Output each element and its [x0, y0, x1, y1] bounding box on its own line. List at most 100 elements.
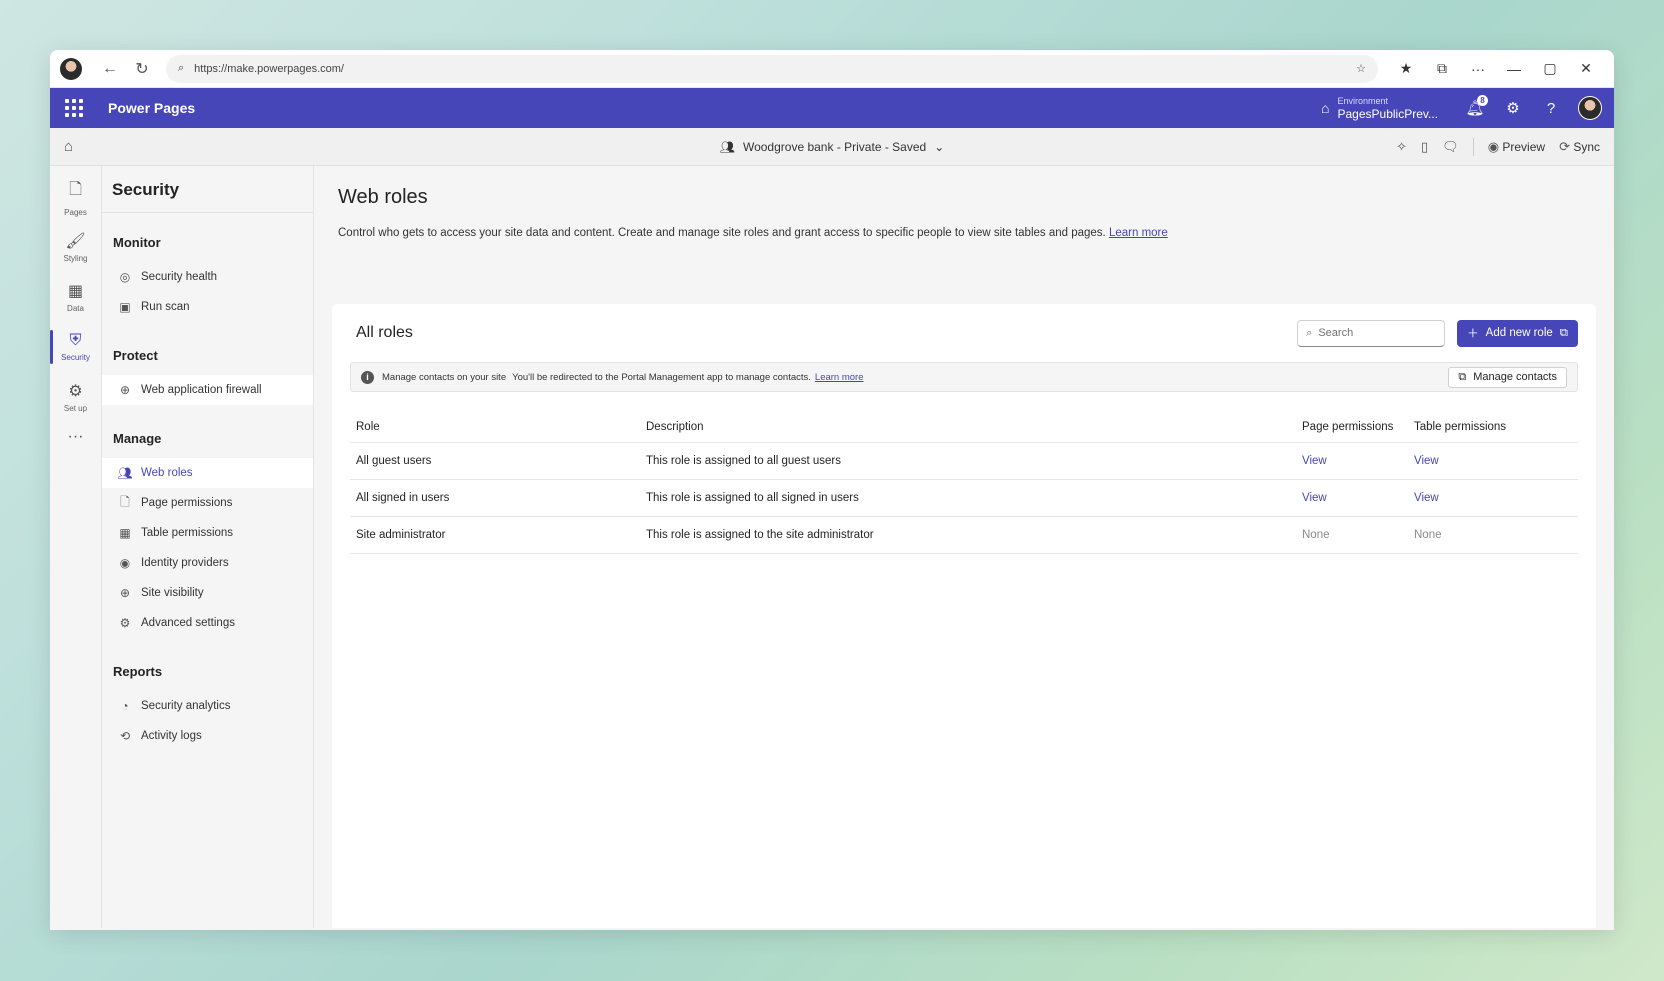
nav-item-table-permissions[interactable]: ▦ Table permissions [102, 518, 313, 548]
more-ellipsis-icon[interactable]: ··· [50, 428, 101, 446]
rail-item-pages[interactable]: 🗋 Pages [50, 172, 101, 222]
nav-item-security-analytics[interactable]: ◔ Security analytics [102, 691, 313, 721]
page-description: Control who gets to access your site dat… [332, 209, 1596, 239]
info-text: You'll be redirected to the Portal Manag… [512, 371, 811, 383]
description-text: Control who gets to access your site dat… [338, 227, 1106, 239]
table-permissions-value: None [1408, 516, 1578, 554]
eye-icon: ◉ [1487, 138, 1500, 154]
nav-item-label: Site visibility [141, 587, 204, 599]
nav-item-label: Security analytics [141, 700, 231, 712]
nav-item-web-roles[interactable]: 👥︎ Web roles [102, 458, 313, 488]
nav-group-reports: Reports ◔ Security analytics ⟲ Activity lo… [102, 642, 313, 755]
nav-item-identity-providers[interactable]: ◉ Identity providers [102, 548, 313, 578]
roles-table: Role Description Page permissions Table … [350, 412, 1578, 554]
rail-label-security: Security [61, 353, 90, 362]
nav-item-label: Activity logs [141, 730, 202, 742]
app-name[interactable]: Power Pages [108, 100, 1321, 116]
nav-item-page-permissions[interactable]: 🗋 Page permissions [102, 488, 313, 518]
close-icon[interactable]: ✕ [1568, 60, 1604, 77]
nav-item-site-visibility[interactable]: ⊕ Site visibility [102, 578, 313, 608]
security-sidenav: Security Monitor ◎ Security health ▣ Run s… [102, 166, 314, 928]
back-arrow-icon[interactable]: ← [96, 55, 124, 83]
site-selector[interactable]: 👥︎ Woodgrove bank - Private - Saved ⌄ [720, 140, 945, 154]
refresh-icon[interactable]: ↻ [128, 55, 156, 83]
column-header-description[interactable]: Description [640, 412, 1296, 443]
sync-button[interactable]: ⟳ Sync [1559, 139, 1600, 155]
setup-icon: ⚙ [68, 383, 83, 400]
learn-more-link[interactable]: Learn more [1109, 227, 1168, 239]
shield-icon: ⛨ [69, 332, 82, 349]
table-row[interactable]: All signed in users This role is assigne… [350, 479, 1578, 517]
preview-button[interactable]: ◉ Preview [1488, 139, 1545, 155]
rail-item-styling[interactable]: 🖌 Styling [50, 222, 101, 272]
nav-group-manage: Manage 👥︎ Web roles 🗋 Page permissions ▦ Ta… [102, 409, 313, 642]
plus-icon: ＋ [1467, 328, 1479, 340]
analytics-icon: ◔ [121, 699, 129, 713]
more-options-icon[interactable]: ··· [1460, 61, 1496, 77]
nav-item-security-health[interactable]: ◎ Security health [102, 262, 313, 292]
app-launcher-icon[interactable] [62, 96, 86, 120]
column-header-page-permissions[interactable]: Page permissions [1296, 412, 1408, 443]
table-row[interactable]: All guest users This role is assigned to… [350, 442, 1578, 480]
nav-item-web-application-firewall[interactable]: ⊕ Web application firewall [102, 375, 313, 405]
site-name: Woodgrove bank - Private - Saved [742, 139, 927, 154]
sync-icon: ⟳ [1559, 138, 1570, 154]
role-name[interactable]: All signed in users [350, 479, 640, 517]
comments-icon[interactable]: 🗨︎ [1442, 139, 1459, 155]
page-permissions-view-link[interactable]: View [1296, 442, 1408, 480]
nav-item-activity-logs[interactable]: ⟲ Activity logs [102, 721, 313, 751]
device-preview-icon[interactable]: ▯ [1421, 139, 1428, 155]
manage-contacts-button[interactable]: ⧉ Manage contacts [1448, 366, 1567, 388]
card-title: All roles [356, 324, 413, 341]
rail-item-data[interactable]: ▦ Data [50, 272, 101, 322]
table-row[interactable]: Site administrator This role is assigned… [350, 516, 1578, 554]
nav-item-label: Security health [141, 271, 218, 283]
help-question-icon[interactable]: ? [1532, 100, 1570, 117]
card-header: All roles ⌕ Search ＋ Add new role ⧉ [350, 304, 1578, 362]
environment-picker[interactable]: ⌂ Environment PagesPublicPrev... [1321, 96, 1438, 121]
rail-label-pages: Pages [64, 207, 87, 217]
role-name[interactable]: All guest users [350, 442, 640, 480]
browser-profile-avatar[interactable] [60, 57, 82, 80]
role-name[interactable]: Site administrator [350, 516, 640, 554]
history-icon: ⟲ [119, 729, 131, 743]
maximize-icon[interactable]: ▢ [1532, 60, 1568, 77]
rail-item-security[interactable]: ⛨ Security [50, 322, 101, 372]
nav-item-run-scan[interactable]: ▣ Run scan [102, 292, 313, 322]
add-new-role-button[interactable]: ＋ Add new role ⧉ [1457, 319, 1578, 347]
nav-item-advanced-settings[interactable]: ⚙ Advanced settings [102, 608, 313, 638]
copilot-icon[interactable]: ✧ [1396, 139, 1407, 155]
collections-icon[interactable]: ⧉ [1424, 60, 1460, 77]
column-header-table-permissions[interactable]: Table permissions [1408, 412, 1578, 443]
nav-group-protect: Protect ⊕ Web application firewall [102, 326, 313, 409]
favorites-icon[interactable]: ★ [1388, 60, 1424, 77]
info-learn-more-link[interactable]: Learn more [815, 372, 864, 383]
manage-contacts-label: Manage contacts [1473, 371, 1557, 383]
main-content: Web roles Control who gets to access you… [314, 166, 1614, 928]
settings-gear-icon[interactable]: ⚙ [1494, 99, 1532, 117]
address-url[interactable]: https://make.powerpages.com/ [194, 63, 1356, 75]
favorite-star-icon[interactable]: ☆ [1356, 62, 1366, 75]
table-permissions-view-link[interactable]: View [1408, 442, 1578, 480]
rail-item-setup[interactable]: ⚙ Set up [50, 372, 101, 422]
nav-item-label: Page permissions [141, 497, 233, 509]
column-header-role[interactable]: Role [350, 412, 640, 443]
nav-item-label: Identity providers [141, 557, 229, 569]
info-icon: i [361, 370, 374, 384]
role-description: This role is assigned to all signed in u… [640, 479, 1296, 517]
table-permissions-view-link[interactable]: View [1408, 479, 1578, 517]
minimize-icon[interactable]: — [1496, 61, 1532, 77]
manage-contacts-infobar: i Manage contacts on your site You'll be… [350, 362, 1578, 392]
search-input[interactable]: ⌕ Search [1297, 319, 1446, 347]
page-permissions-value: None [1296, 516, 1408, 554]
table-header-row: Role Description Page permissions Table … [350, 412, 1578, 443]
user-avatar[interactable] [1578, 96, 1602, 120]
nav-group-title: Monitor [113, 235, 161, 250]
page-permissions-view-link[interactable]: View [1296, 479, 1408, 517]
rail-label-setup: Set up [63, 404, 88, 413]
notifications-bell-icon[interactable]: 🔔︎ 8 [1456, 95, 1494, 117]
address-bar[interactable]: ⌕ https://make.powerpages.com/ ☆ [166, 54, 1378, 83]
page-title: Web roles [338, 186, 428, 208]
browser-window: ← ↻ ⌕ https://make.powerpages.com/ ☆ ★ ⧉… [50, 50, 1614, 930]
home-icon[interactable]: ⌂ [64, 138, 84, 155]
